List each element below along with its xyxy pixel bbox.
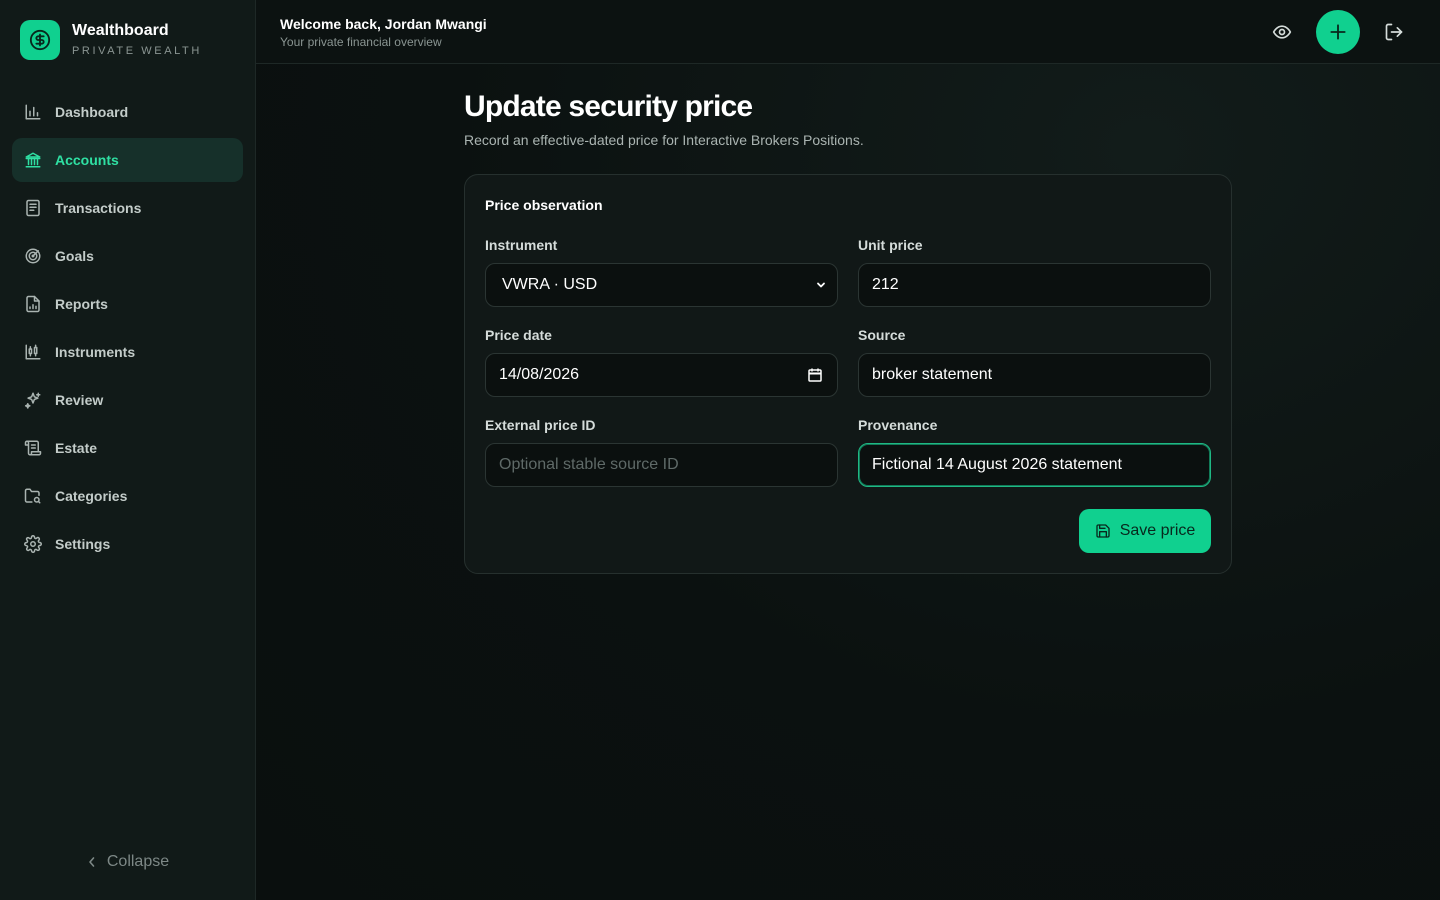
external-id-box: [485, 443, 838, 487]
sidebar-item-instruments[interactable]: Instruments: [12, 330, 243, 374]
brand-name: Wealthboard: [72, 22, 169, 39]
collapse-button[interactable]: Collapse: [0, 850, 256, 874]
unit-price-box: [858, 263, 1211, 307]
unit-price-label: Unit price: [858, 237, 923, 253]
plus-icon[interactable]: [1316, 10, 1360, 54]
sidebar-item-label: Settings: [55, 536, 111, 552]
page-title: Update security price: [464, 90, 753, 123]
price-date-value: 14/08/2026: [499, 366, 580, 383]
brand[interactable]: Wealthboard PRIVATE WEALTH: [20, 20, 202, 60]
sidebar-item-label: Reports: [55, 296, 108, 312]
sidebar-item-transactions[interactable]: Transactions: [12, 186, 243, 230]
sidebar-item-estate[interactable]: Estate: [12, 426, 243, 470]
chevron-left-icon: [89, 857, 95, 867]
sidebar-item-review[interactable]: Review: [12, 378, 243, 422]
bar-chart-icon: [24, 103, 42, 121]
main-content: Update security price Record an effectiv…: [256, 64, 1440, 900]
chevron-down-icon: [817, 282, 825, 288]
provenance-field: Provenance: [858, 417, 1211, 487]
external-id-field: External price ID: [485, 417, 838, 487]
top-actions: [1266, 10, 1410, 54]
sidebar-item-dashboard[interactable]: Dashboard: [12, 90, 243, 134]
instrument-field: Instrument VWRA · USD: [485, 237, 838, 307]
brand-subtitle: PRIVATE WEALTH: [72, 45, 202, 57]
source-field: Source: [858, 327, 1211, 397]
welcome-title: Welcome back, Jordan Mwangi: [280, 16, 487, 32]
eye-icon[interactable]: [1266, 16, 1298, 48]
sidebar-item-label: Categories: [55, 488, 128, 504]
save-icon: [1096, 524, 1110, 538]
source-label: Source: [858, 327, 906, 343]
sidebar-item-accounts[interactable]: Accounts: [12, 138, 243, 182]
instrument-value: VWRA · USD: [502, 276, 598, 293]
instrument-label: Instrument: [485, 237, 558, 253]
provenance-input[interactable]: [872, 456, 1197, 474]
unit-price-field: Unit price: [858, 237, 1211, 307]
price-form-card: Price observation Instrument VWRA · USD …: [464, 174, 1232, 574]
price-date-label: Price date: [485, 327, 552, 343]
external-id-input[interactable]: [499, 456, 824, 474]
sidebar-item-label: Instruments: [55, 344, 136, 360]
price-date-input[interactable]: 14/08/2026: [485, 353, 838, 397]
sidebar-item-label: Goals: [55, 248, 94, 264]
provenance-box: [858, 443, 1211, 487]
sidebar-item-reports[interactable]: Reports: [12, 282, 243, 326]
bank-icon: [24, 151, 42, 169]
receipt-icon: [24, 199, 42, 217]
folder-search-icon: [24, 487, 42, 505]
sidebar-item-label: Estate: [55, 440, 98, 456]
unit-price-input[interactable]: [872, 276, 1197, 294]
welcome-block: Welcome back, Jordan Mwangi Your private…: [280, 15, 487, 50]
dollar-circle-icon: [20, 20, 60, 60]
instrument-select[interactable]: VWRA · USD: [485, 263, 838, 307]
price-date-field: Price date 14/08/2026: [485, 327, 838, 397]
sidebar-nav: Dashboard Accounts Transactions Goals Re…: [12, 90, 243, 570]
sidebar-item-goals[interactable]: Goals: [12, 234, 243, 278]
save-price-label: Save price: [1119, 522, 1196, 539]
section-title: Price observation: [485, 197, 603, 213]
scroll-icon: [24, 439, 42, 457]
file-chart-icon: [24, 295, 42, 313]
sidebar: Wealthboard PRIVATE WEALTH Dashboard Acc…: [0, 0, 256, 900]
candlestick-chart-icon: [24, 343, 42, 361]
gear-icon: [24, 535, 42, 553]
calendar-icon[interactable]: [807, 367, 823, 383]
sidebar-item-label: Transactions: [55, 200, 142, 216]
sidebar-item-label: Review: [55, 392, 104, 408]
sidebar-item-settings[interactable]: Settings: [12, 522, 243, 566]
save-price-button[interactable]: Save price: [1079, 509, 1211, 553]
target-icon: [24, 247, 42, 265]
welcome-subtitle: Your private financial overview: [280, 35, 442, 49]
provenance-label: Provenance: [858, 417, 938, 433]
external-id-label: External price ID: [485, 417, 596, 433]
source-box: [858, 353, 1211, 397]
collapse-label: Collapse: [106, 853, 170, 870]
sidebar-item-categories[interactable]: Categories: [12, 474, 243, 518]
sparkles-icon: [24, 391, 42, 409]
page-subtitle: Record an effective-dated price for Inte…: [464, 132, 864, 148]
logout-icon[interactable]: [1378, 16, 1410, 48]
sidebar-item-label: Dashboard: [55, 104, 129, 120]
sidebar-item-label: Accounts: [55, 152, 119, 168]
top-bar: Welcome back, Jordan Mwangi Your private…: [256, 0, 1440, 64]
source-input[interactable]: [872, 366, 1197, 384]
